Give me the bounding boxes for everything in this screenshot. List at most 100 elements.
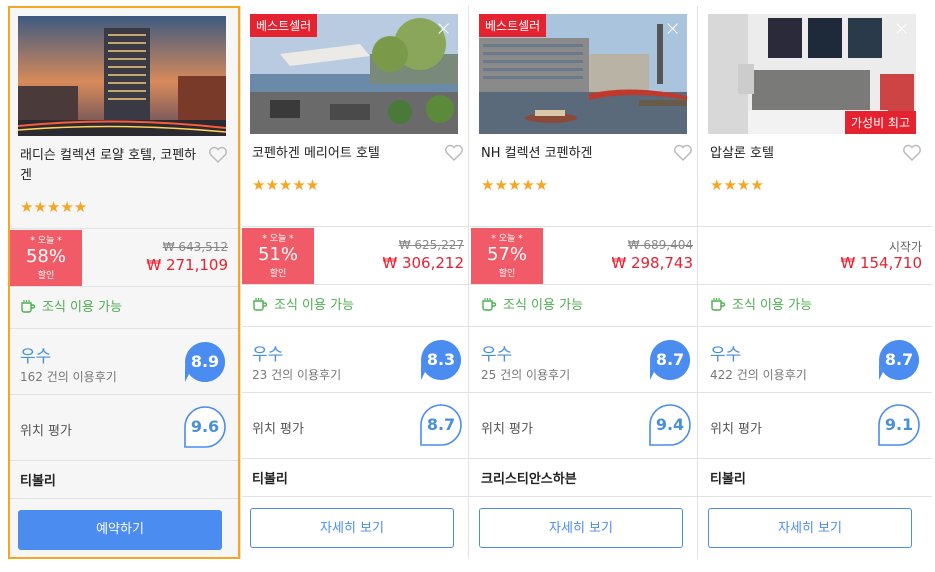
details-button[interactable]: 자세히 보기	[479, 508, 683, 548]
hotel-name[interactable]: 코펜하겐 메리어트 호텔	[252, 144, 432, 164]
star-rating: ★★★★	[710, 176, 764, 194]
deal-label: * 오늘 *	[262, 234, 294, 244]
location-label: 위치 평가	[481, 422, 533, 437]
deal-sub: 할인	[269, 269, 287, 279]
rating-label: 우수	[20, 347, 52, 367]
location-label: 위치 평가	[252, 422, 304, 437]
price-from-label: 시작가	[888, 240, 922, 254]
review-score: 8.7	[884, 350, 914, 369]
hotel-name[interactable]: 압살론 호텔	[710, 144, 890, 164]
review-count[interactable]: 422 건의 이용후기	[710, 366, 807, 383]
details-button[interactable]: 자세히 보기	[708, 508, 912, 548]
close-icon[interactable]: ×	[435, 18, 452, 38]
hotel-card[interactable]: 래디슨 컬렉션 로얄 호텔, 코펜하겐 ★★★★★ * 오늘 * 58% 할인 …	[8, 6, 240, 559]
column-divider	[468, 6, 469, 559]
deal-percent: 51%	[257, 244, 298, 265]
price-current: ₩ 298,743	[611, 254, 693, 272]
review-count[interactable]: 25 건의 이용후기	[481, 366, 570, 383]
hotel-photo[interactable]: 베스트셀러 ×	[479, 14, 687, 134]
review-score-badge: 8.9	[182, 340, 228, 384]
divider	[700, 226, 932, 227]
deal-badge: * 오늘 * 51% 할인	[242, 228, 314, 284]
hotel-card[interactable]: 베스트셀러 × NH 컬렉션 코펜하겐 ★★★★★ * 오늘 * 57% 할인 …	[471, 6, 703, 559]
divider	[10, 286, 238, 287]
heart-outline-icon[interactable]	[902, 144, 922, 166]
rating-label: 우수	[710, 345, 742, 365]
location-score: 8.7	[426, 415, 456, 434]
divider	[242, 284, 474, 285]
hotel-photo[interactable]: 베스트셀러 ×	[250, 14, 458, 134]
divider	[700, 284, 932, 285]
divider	[242, 392, 474, 393]
breakfast-label: 조식 이용 가능	[274, 298, 355, 313]
bestseller-badge: 베스트셀러	[479, 14, 547, 37]
heart-outline-icon[interactable]	[444, 144, 464, 166]
breakfast-info: 조식 이용 가능	[20, 296, 122, 315]
hotel-name[interactable]: NH 컬렉션 코펜하겐	[481, 144, 661, 164]
book-button[interactable]: 예약하기	[18, 510, 222, 550]
rating-label: 우수	[252, 345, 284, 365]
deal-badge: * 오늘 * 58% 할인	[10, 230, 82, 286]
divider	[10, 394, 238, 395]
review-score: 8.3	[426, 350, 456, 369]
breakfast-label: 조식 이용 가능	[732, 298, 813, 313]
hotel-name[interactable]: 래디슨 컬렉션 로얄 호텔, 코펜하겐	[20, 146, 200, 186]
location-label: 위치 평가	[710, 422, 762, 437]
review-count[interactable]: 23 건의 이용후기	[252, 366, 341, 383]
location-score: 9.1	[884, 415, 914, 434]
heart-outline-icon[interactable]	[673, 144, 693, 166]
price-current: ₩ 154,710	[840, 254, 922, 272]
location-score-badge: 9.6	[182, 405, 228, 449]
price-original: ₩ 625,227	[398, 238, 464, 252]
location-label: 위치 평가	[20, 424, 72, 439]
price-original: ₩ 689,404	[627, 238, 693, 252]
close-icon[interactable]: ×	[893, 18, 910, 38]
review-score: 8.9	[190, 352, 220, 371]
deal-label: * 오늘 *	[491, 234, 523, 244]
location-score-badge: 8.7	[418, 403, 464, 447]
price-original: ₩ 643,512	[162, 240, 228, 254]
review-score-badge: 8.7	[876, 338, 922, 382]
divider	[471, 496, 703, 497]
hotel-photo[interactable]: 가성비 최고 ×	[708, 14, 916, 134]
star-rating: ★★★★★	[252, 176, 320, 194]
rating-label: 우수	[481, 345, 513, 365]
divider	[242, 458, 474, 459]
deal-percent: 57%	[486, 244, 527, 265]
hotel-photo[interactable]	[18, 16, 226, 136]
location-score: 9.4	[655, 415, 685, 434]
divider	[471, 326, 703, 327]
review-count[interactable]: 162 건의 이용후기	[20, 368, 117, 385]
review-score-badge: 8.7	[647, 338, 693, 382]
hotel-card[interactable]: 베스트셀러 × 코펜하겐 메리어트 호텔 ★★★★★ * 오늘 * 51% 할인…	[242, 6, 474, 559]
hotel-card[interactable]: 가성비 최고 × 압살론 호텔 ★★★★ 시작가 ₩ 154,710 조식 이용…	[700, 6, 932, 559]
coffee-cup-icon	[253, 297, 268, 311]
deal-sub: 할인	[498, 269, 516, 279]
divider	[10, 328, 238, 329]
divider	[471, 458, 703, 459]
breakfast-info: 조식 이용 가능	[252, 294, 354, 313]
close-icon[interactable]: ×	[664, 18, 681, 38]
coffee-cup-icon	[711, 297, 726, 311]
location-score-badge: 9.4	[647, 403, 693, 447]
divider	[10, 460, 238, 461]
review-score-badge: 8.3	[418, 338, 464, 382]
breakfast-label: 조식 이용 가능	[503, 298, 584, 313]
column-divider	[240, 6, 241, 559]
details-button[interactable]: 자세히 보기	[250, 508, 454, 548]
district-name: 티볼리	[252, 472, 288, 487]
star-rating: ★★★★★	[20, 198, 88, 216]
review-score: 8.7	[655, 350, 685, 369]
coffee-cup-icon	[21, 299, 36, 313]
divider	[700, 496, 932, 497]
column-divider	[697, 6, 698, 559]
breakfast-info: 조식 이용 가능	[481, 294, 583, 313]
breakfast-label: 조식 이용 가능	[42, 300, 123, 315]
divider	[10, 498, 238, 499]
location-score: 9.6	[190, 417, 220, 436]
heart-outline-icon[interactable]	[208, 146, 228, 168]
deal-label: * 오늘 *	[30, 236, 62, 246]
divider	[242, 326, 474, 327]
deal-badge: * 오늘 * 57% 할인	[471, 228, 543, 284]
deal-sub: 할인	[37, 271, 55, 281]
